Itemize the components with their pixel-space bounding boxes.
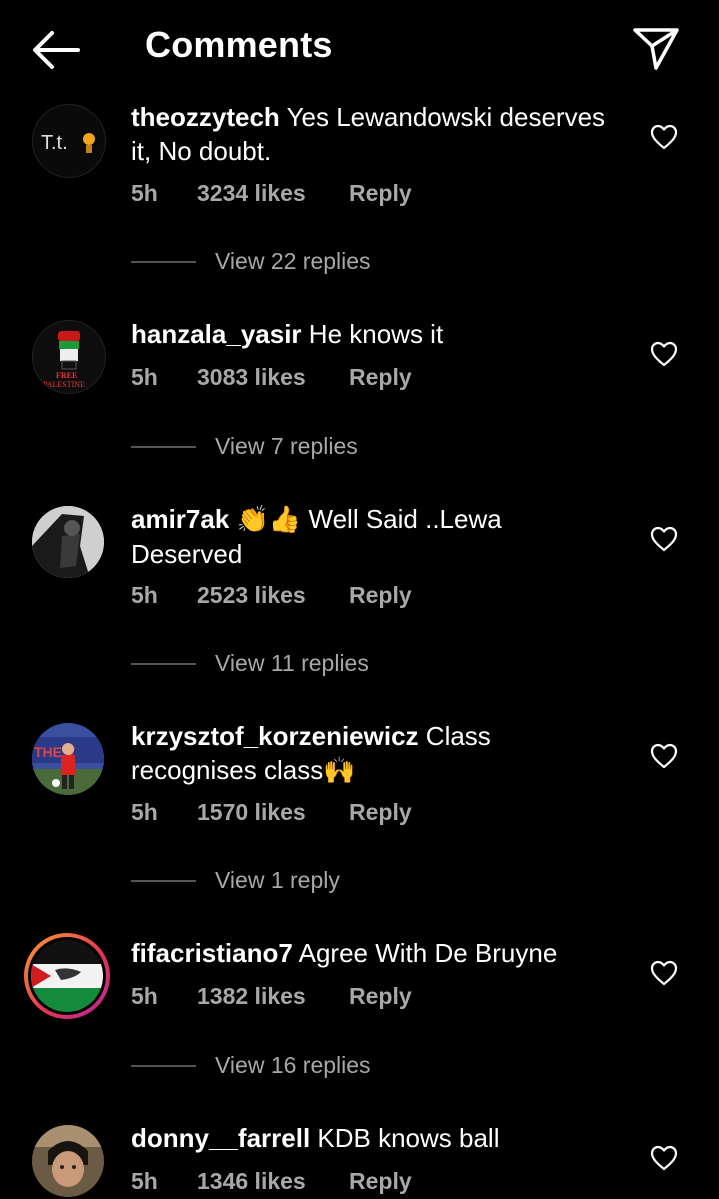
view-replies-label: View 1 reply xyxy=(215,867,340,893)
replies-divider xyxy=(131,446,196,448)
comment-text: hanzala_yasir He knows it xyxy=(131,317,611,351)
heart-outline-icon[interactable] xyxy=(650,1145,678,1171)
reply-button[interactable]: Reply xyxy=(349,582,412,609)
avatar-amir7ak-image xyxy=(32,506,104,578)
avatar-donny-image xyxy=(32,1125,104,1197)
comment-body: Agree With De Bruyne xyxy=(298,938,558,968)
avatar-fist-image: FREE PALESTINE xyxy=(43,331,85,389)
paper-plane-icon xyxy=(633,28,679,70)
comments-header: Comments xyxy=(0,0,719,96)
comment-likes[interactable]: 1346 likes xyxy=(197,1168,306,1195)
avatar-flag-image xyxy=(31,940,103,1012)
comment-username[interactable]: fifacristiano7 xyxy=(131,938,293,968)
comment-time: 5h xyxy=(131,582,158,608)
comment-text: krzysztof_korzeniewicz Class recognises … xyxy=(131,719,611,788)
avatar-theozzytech-image: T.t. xyxy=(41,132,95,154)
reply-button[interactable]: Reply xyxy=(349,180,412,207)
comment-time: 5h xyxy=(131,364,158,390)
comment-username[interactable]: donny__farrell xyxy=(131,1123,310,1153)
reply-button[interactable]: Reply xyxy=(349,983,412,1010)
avatar-ring-gap xyxy=(28,937,106,1015)
arrow-left-icon xyxy=(33,31,80,69)
reply-button[interactable]: Reply xyxy=(349,1168,412,1195)
view-replies-label: View 11 replies xyxy=(215,650,369,676)
heart-outline-icon[interactable] xyxy=(650,960,678,986)
comment-username[interactable]: amir7ak xyxy=(131,504,229,534)
comment-text: theozzytech Yes Lewandowski deserves it,… xyxy=(131,100,611,168)
avatar[interactable]: THE V xyxy=(32,723,104,795)
comment-time: 5h xyxy=(131,180,158,206)
comment-likes[interactable]: 3234 likes xyxy=(197,180,306,207)
comment-username[interactable]: krzysztof_korzeniewicz xyxy=(131,721,419,751)
avatar[interactable]: FREE PALESTINE xyxy=(32,320,106,394)
comment-body: He knows it xyxy=(308,319,444,349)
comment-time: 5h xyxy=(131,799,158,825)
page-title: Comments xyxy=(145,24,333,65)
reply-button[interactable]: Reply xyxy=(349,364,412,391)
comment-time: 5h xyxy=(131,983,158,1009)
svg-text:PALESTINE: PALESTINE xyxy=(43,380,85,389)
avatar-krzysztof-image: THE V xyxy=(32,723,104,795)
comment-likes[interactable]: 2523 likes xyxy=(197,582,306,609)
heart-outline-icon[interactable] xyxy=(650,526,678,552)
comment-body: KDB knows ball xyxy=(317,1123,500,1153)
avatar xyxy=(31,940,103,1012)
comment-text: donny__farrell KDB knows ball xyxy=(131,1121,611,1155)
comment-likes[interactable]: 1570 likes xyxy=(197,799,306,826)
view-replies-label: View 22 replies xyxy=(215,248,371,274)
heart-outline-icon[interactable] xyxy=(650,341,678,367)
replies-divider xyxy=(131,880,196,882)
comment-text: fifacristiano7 Agree With De Bruyne xyxy=(131,936,611,970)
replies-divider xyxy=(131,261,196,263)
comment-likes[interactable]: 3083 likes xyxy=(197,364,306,391)
avatar[interactable] xyxy=(32,506,104,578)
avatar[interactable] xyxy=(32,1125,104,1197)
comment-likes[interactable]: 1382 likes xyxy=(197,983,306,1010)
view-replies-label: View 7 replies xyxy=(215,433,358,459)
heart-outline-icon[interactable] xyxy=(650,124,678,150)
comment-text: amir7ak 👏👍 Well Said ..Lewa Deserved xyxy=(131,502,611,571)
back-button[interactable] xyxy=(30,28,82,72)
comment-time: 5h xyxy=(131,1168,158,1194)
share-button[interactable] xyxy=(630,22,682,74)
view-replies-label: View 16 replies xyxy=(215,1052,371,1078)
replies-divider xyxy=(131,663,196,665)
clap-thumbsup-emoji: 👏👍 xyxy=(236,505,302,535)
svg-text:FREE: FREE xyxy=(56,371,77,380)
replies-divider xyxy=(131,1065,196,1067)
heart-outline-icon[interactable] xyxy=(650,743,678,769)
comment-username[interactable]: hanzala_yasir xyxy=(131,319,302,349)
svg-text:T.t.: T.t. xyxy=(41,132,68,154)
raised-hands-emoji: 🙌 xyxy=(323,756,356,786)
avatar[interactable]: T.t. xyxy=(32,104,106,178)
comment-username[interactable]: theozzytech xyxy=(131,102,280,132)
reply-button[interactable]: Reply xyxy=(349,799,412,826)
avatar-story-ring[interactable] xyxy=(24,933,110,1019)
